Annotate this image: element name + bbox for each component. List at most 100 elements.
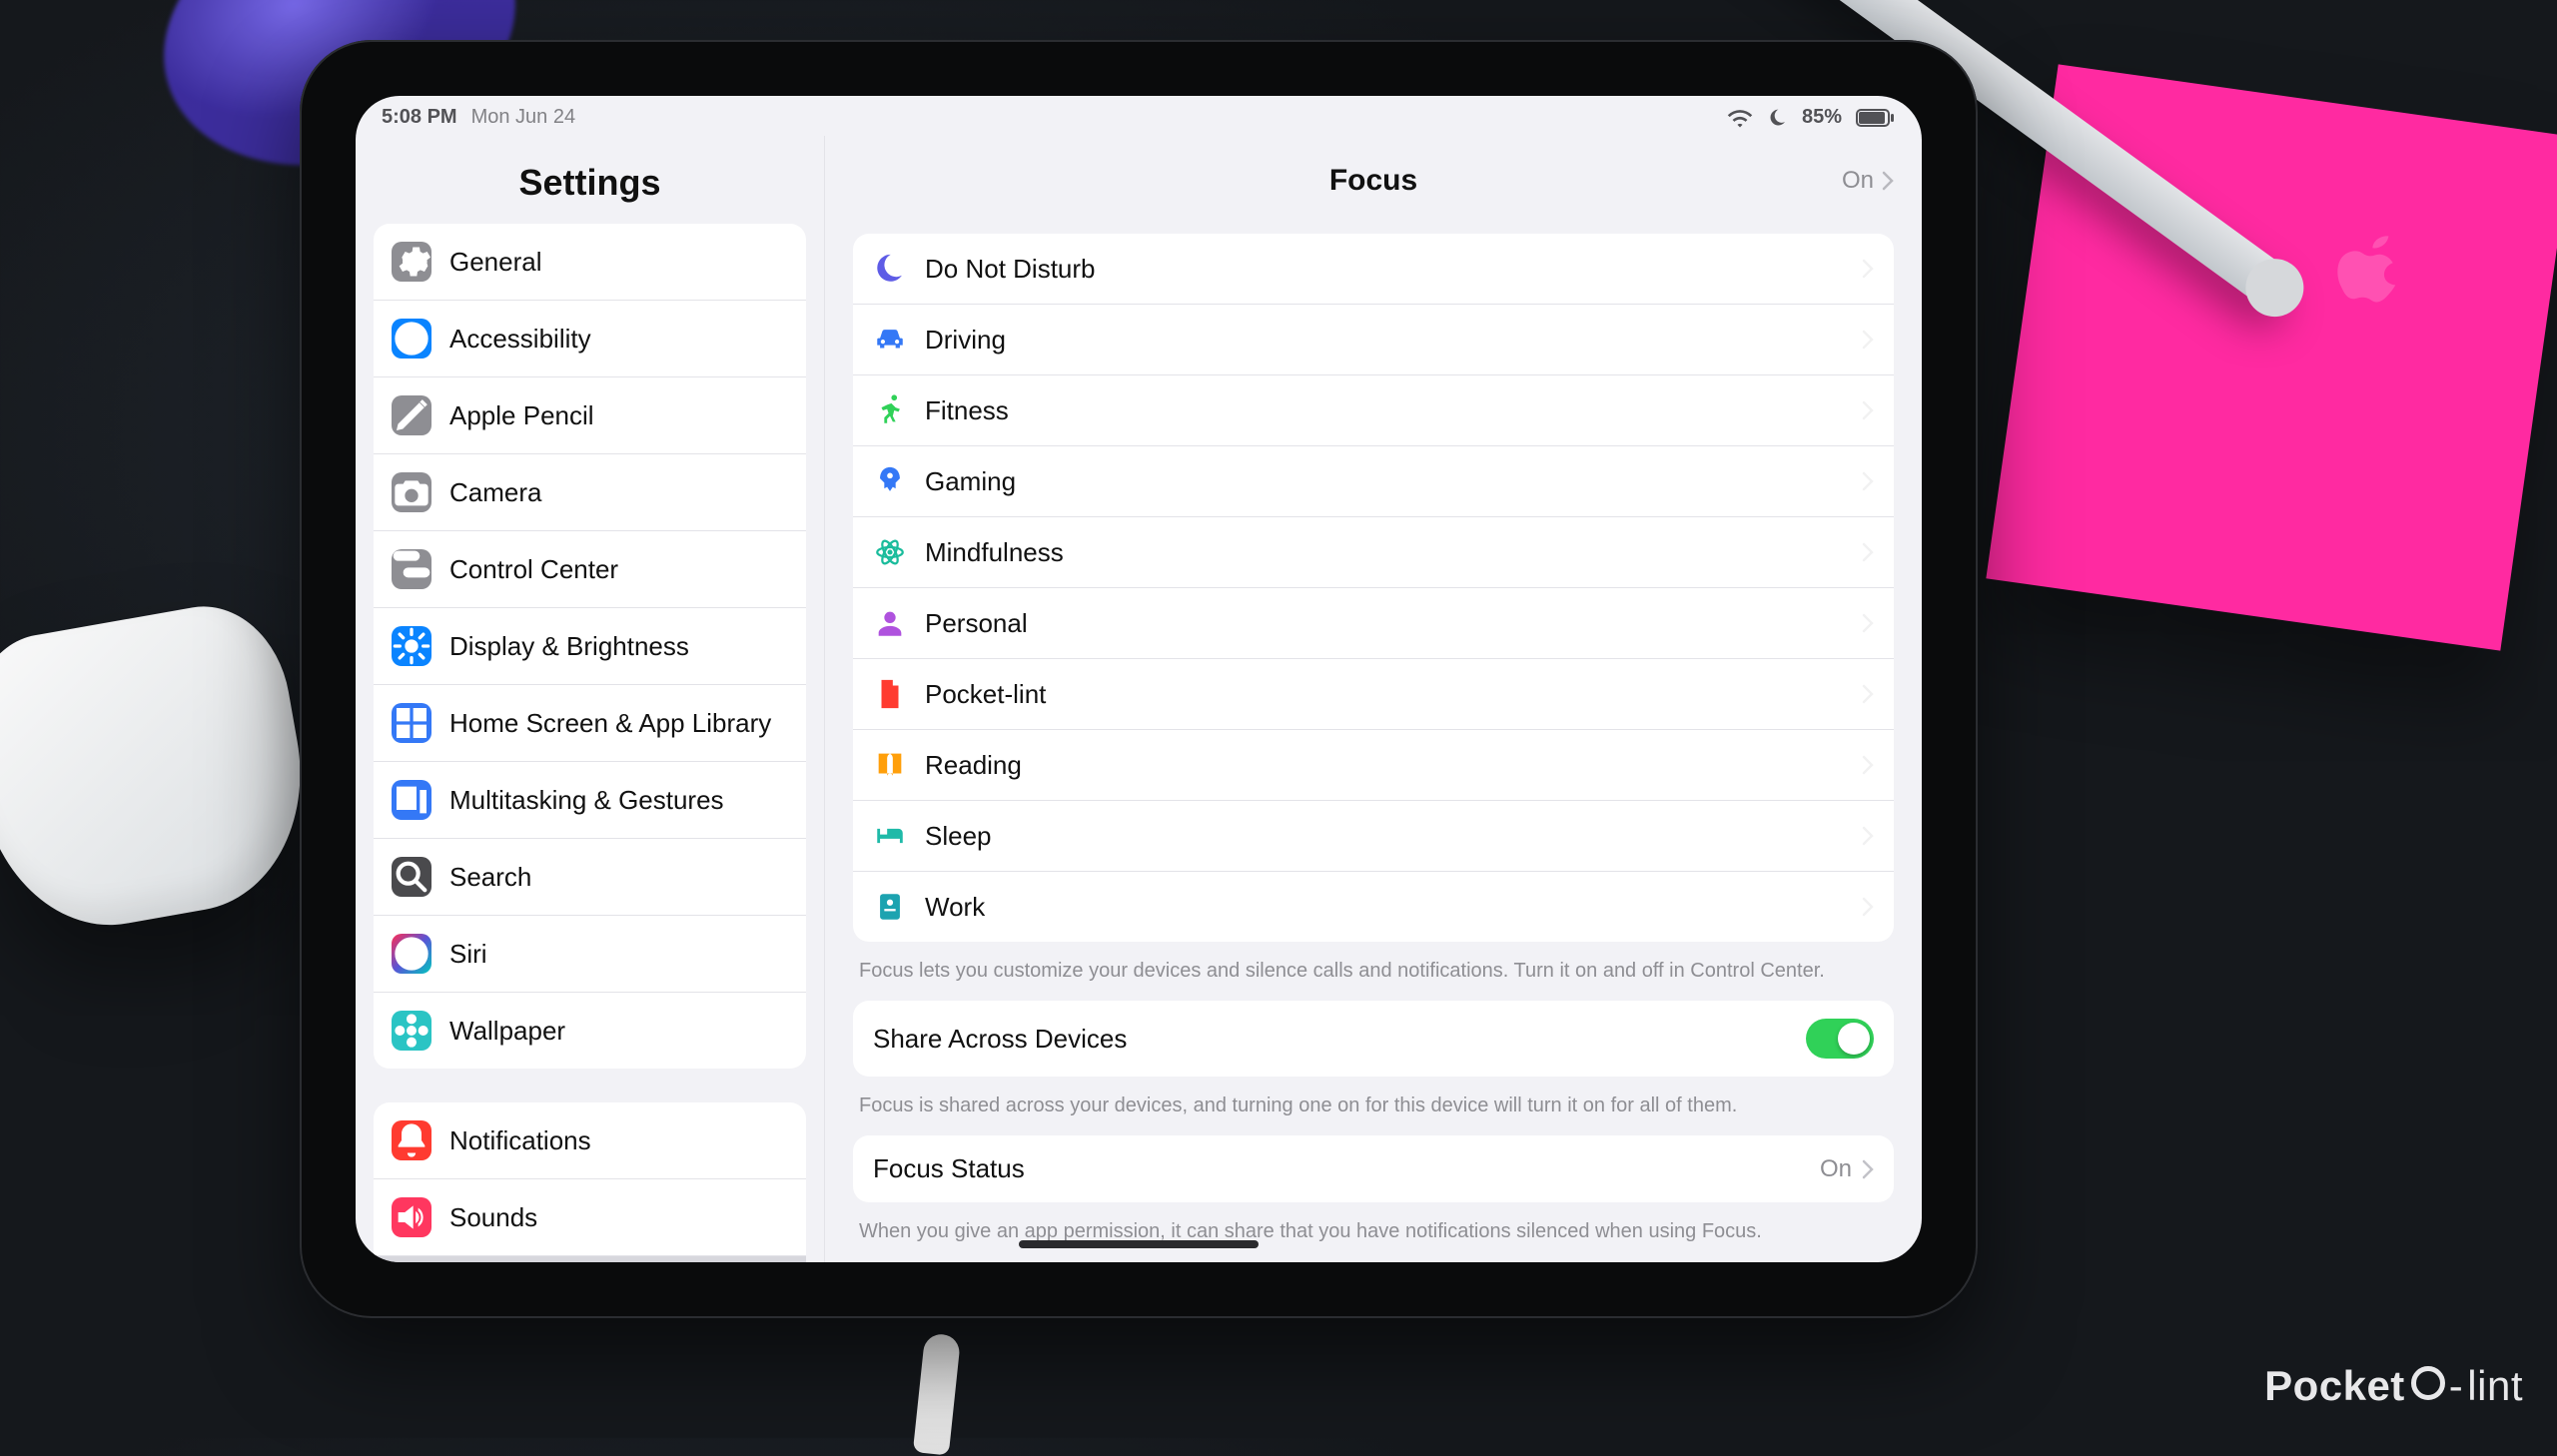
chevron-right-icon (1862, 542, 1874, 562)
detail-header: Focus On (825, 136, 1922, 226)
focus-mode-label: Fitness (925, 395, 1009, 426)
flower-icon (392, 1011, 431, 1051)
sun-icon (392, 626, 431, 666)
sidebar-item-label: General (449, 247, 542, 278)
camera-icon (392, 472, 431, 512)
focus-status-note: When you give an app permission, it can … (853, 1220, 1894, 1261)
chevron-right-icon (1862, 613, 1874, 633)
focus-mode-fitness[interactable]: Fitness (853, 374, 1894, 445)
sidebar-item-search[interactable]: Search (374, 838, 806, 915)
sidebar-item-label: Wallpaper (449, 1016, 565, 1047)
sidebar-group-1: General Accessibility Apple Pencil Camera Co… (374, 224, 806, 1069)
sidebar-item-general[interactable]: General (374, 224, 806, 300)
focus-status-value: On (1820, 1155, 1852, 1183)
share-section: Share Across Devices (853, 1001, 1894, 1077)
focus-mode-do-not-disturb[interactable]: Do Not Disturb (853, 234, 1894, 304)
sidebar-item-sounds[interactable]: Sounds (374, 1178, 806, 1255)
sidebar-item-multitasking-gestures[interactable]: Multitasking & Gestures (374, 761, 806, 838)
sidebar-item-label: Sounds (449, 1202, 537, 1233)
atom-icon (873, 535, 907, 569)
battery-icon (1856, 109, 1896, 127)
focus-mode-label: Pocket-lint (925, 679, 1046, 710)
sidebar-item-camera[interactable]: Camera (374, 453, 806, 530)
focus-mode-driving[interactable]: Driving (853, 304, 1894, 374)
share-toggle[interactable] (1806, 1019, 1874, 1059)
home-indicator[interactable] (1019, 1240, 1259, 1248)
sidebar-item-apple-pencil[interactable]: Apple Pencil (374, 376, 806, 453)
multi-icon (392, 780, 431, 820)
prop-airpods-case (0, 593, 324, 944)
focus-mode-gaming[interactable]: Gaming (853, 445, 1894, 516)
chevron-right-icon (1862, 826, 1874, 846)
search-icon (392, 857, 431, 897)
settings-sidebar: Settings GeneralAccessibilityApple Penci… (356, 136, 825, 1262)
focus-status-section: Focus Status On (853, 1135, 1894, 1202)
wifi-icon (1726, 108, 1754, 128)
sidebar-item-control-center[interactable]: Control Center (374, 530, 806, 607)
focus-mode-mindfulness[interactable]: Mindfulness (853, 516, 1894, 587)
chevron-right-icon (1862, 897, 1874, 917)
gear-icon (392, 242, 431, 282)
brand-right: lint (2467, 1362, 2523, 1410)
chevron-right-icon (1862, 684, 1874, 704)
focus-mode-pocket-lint[interactable]: Pocket-lint (853, 658, 1894, 729)
sidebar-item-display-brightness[interactable]: Display & Brightness (374, 607, 806, 684)
detail-header-trailing-text: On (1842, 167, 1874, 195)
car-icon (873, 323, 907, 357)
sidebar-item-label: Display & Brightness (449, 631, 689, 662)
speaker-icon (392, 1197, 431, 1237)
grid-icon (392, 703, 431, 743)
focus-mode-label: Personal (925, 608, 1028, 639)
sidebar-item-home-screen-app-library[interactable]: Home Screen & App Library (374, 684, 806, 761)
focus-mode-reading[interactable]: Reading (853, 729, 1894, 800)
sidebar-item-label: Accessibility (449, 324, 591, 355)
pencil-icon (392, 395, 431, 435)
book-icon (873, 748, 907, 782)
focus-mode-label: Sleep (925, 821, 992, 852)
focus-mode-personal[interactable]: Personal (853, 587, 1894, 658)
detail-pane: Focus On Do Not Disturb Driving Fitness Gam… (825, 136, 1922, 1262)
focus-footnote: Focus lets you customize your devices an… (853, 960, 1894, 1001)
focus-mode-label: Driving (925, 325, 1006, 356)
bed-icon (873, 819, 907, 853)
sidebar-item-accessibility[interactable]: Accessibility (374, 300, 806, 376)
switches-icon (392, 549, 431, 589)
status-bar: 5:08 PM Mon Jun 24 85% (356, 96, 1922, 129)
sidebar-item-label: Multitasking & Gestures (449, 785, 724, 816)
chevron-right-icon (1862, 471, 1874, 491)
share-note: Focus is shared across your devices, and… (853, 1094, 1894, 1135)
doc-icon (873, 677, 907, 711)
share-across-devices-row[interactable]: Share Across Devices (853, 1001, 1894, 1077)
sidebar-item-label: Home Screen & App Library (449, 708, 771, 739)
moon-icon (873, 252, 907, 286)
access-icon (392, 319, 431, 359)
sidebar-group-2: NotificationsSoundsFocusScreen Time (374, 1102, 806, 1262)
battery-percent: 85% (1802, 106, 1842, 129)
runner-icon (873, 393, 907, 427)
sidebar-item-wallpaper[interactable]: Wallpaper (374, 992, 806, 1069)
sidebar-item-label: Search (449, 862, 531, 893)
chevron-right-icon (1862, 755, 1874, 775)
focus-mode-sleep[interactable]: Sleep (853, 800, 1894, 871)
prop-pencil-tip (913, 1332, 961, 1455)
sidebar-item-label: Control Center (449, 554, 618, 585)
chevron-right-icon (1862, 259, 1874, 279)
chevron-right-icon (1862, 1159, 1874, 1179)
dnd-status-icon (1768, 108, 1788, 128)
chevron-right-icon (1862, 330, 1874, 350)
chevron-right-icon (1882, 171, 1894, 191)
sidebar-item-focus[interactable]: Focus (374, 1255, 806, 1262)
focus-mode-label: Do Not Disturb (925, 254, 1096, 285)
focus-mode-work[interactable]: Work (853, 871, 1894, 942)
rocket-icon (873, 464, 907, 498)
bell-icon (392, 1120, 431, 1160)
ipad-frame: 5:08 PM Mon Jun 24 85% Settings GeneralA… (300, 40, 1978, 1318)
sidebar-item-siri[interactable]: Siri (374, 915, 806, 992)
sidebar-item-notifications[interactable]: Notifications (374, 1102, 806, 1178)
sidebar-item-label: Camera (449, 477, 541, 508)
focus-status-row[interactable]: Focus Status On (853, 1135, 1894, 1202)
watermark-pocket-lint: Pocket-lint (2264, 1362, 2523, 1410)
focus-mode-label: Gaming (925, 466, 1016, 497)
siri-icon (392, 934, 431, 974)
status-date: Mon Jun 24 (471, 106, 576, 129)
